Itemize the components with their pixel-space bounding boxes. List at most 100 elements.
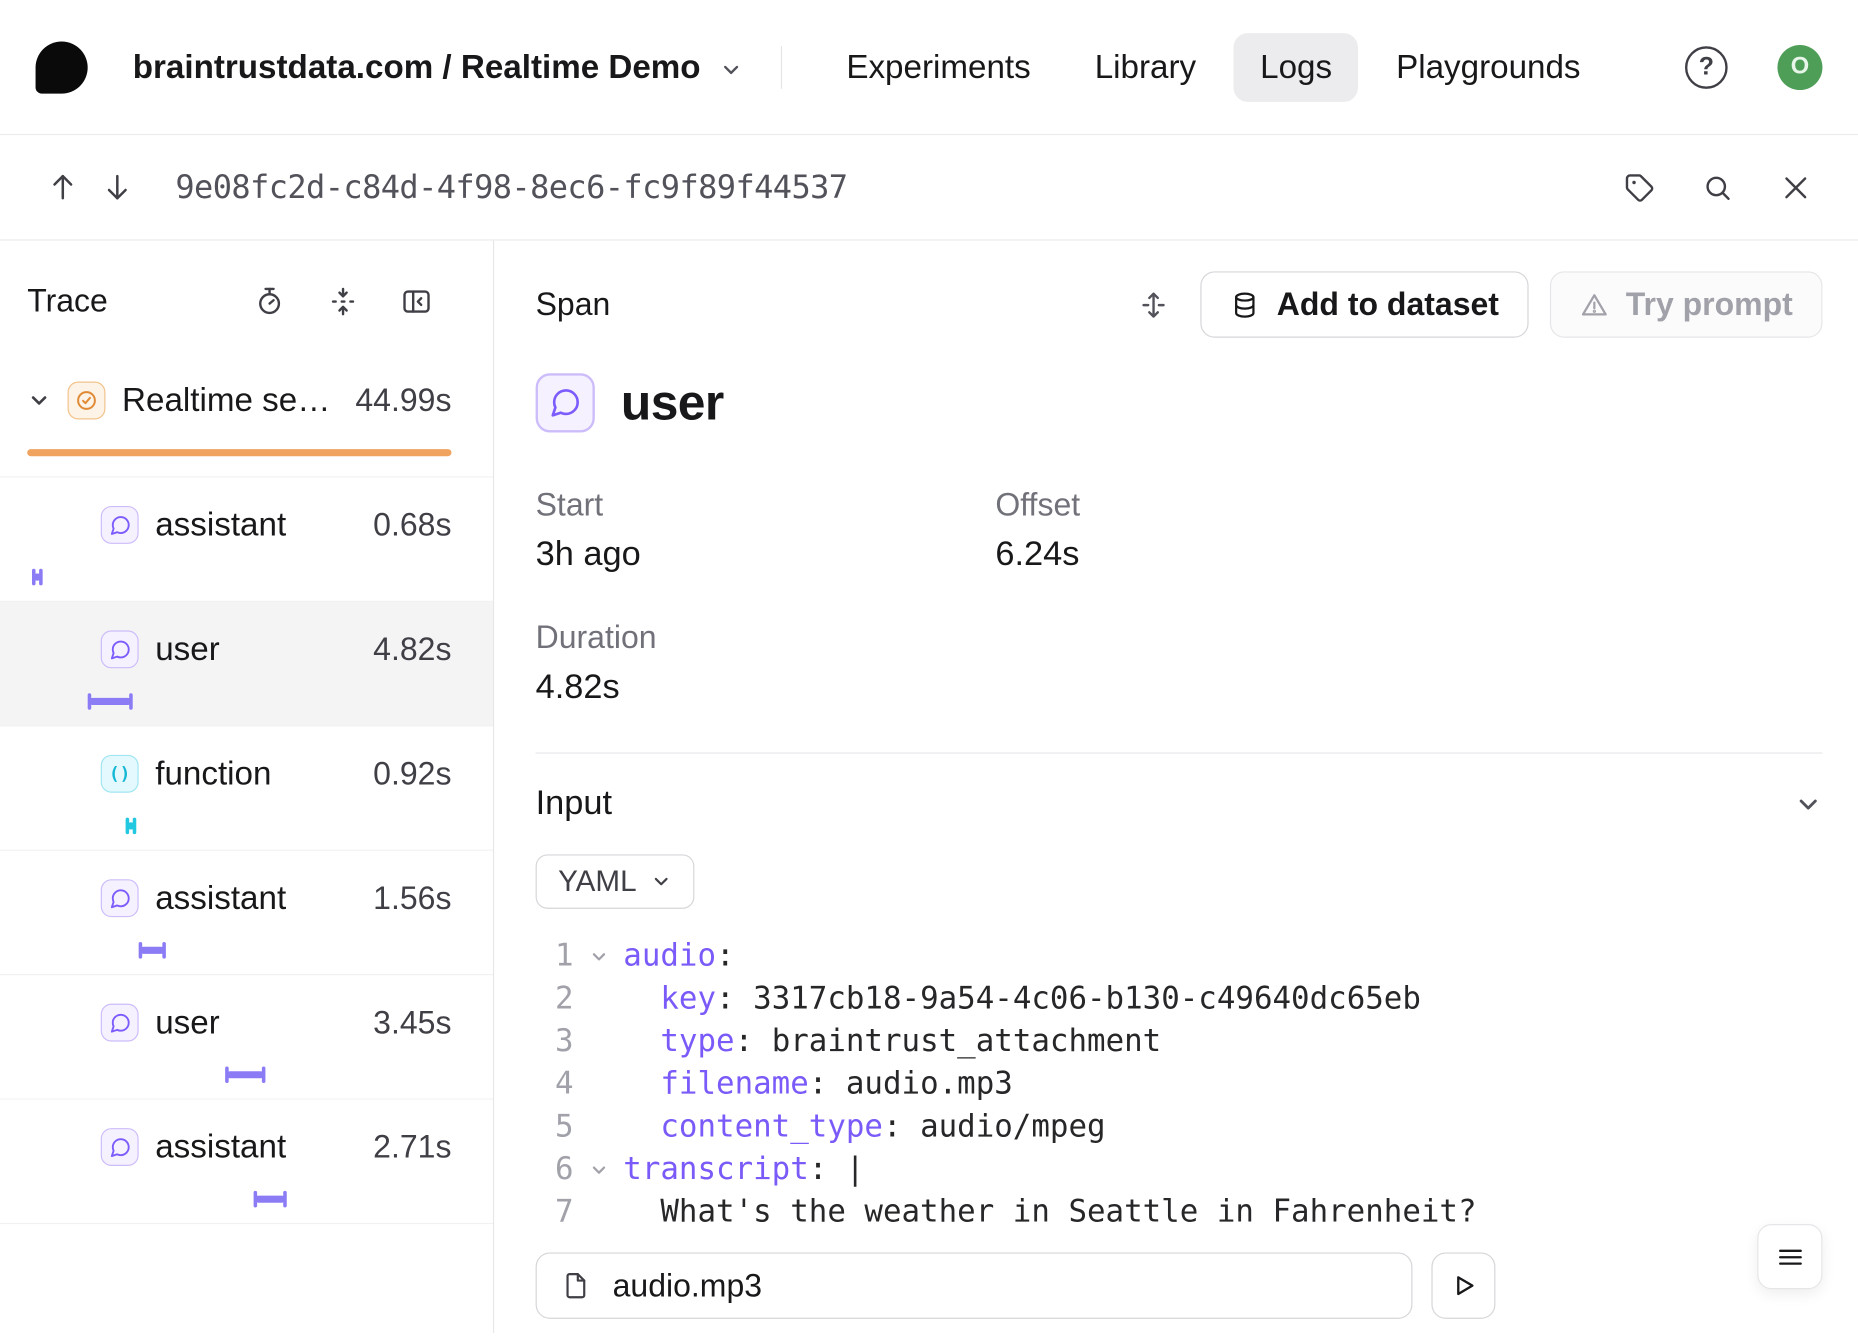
code-text: audio: bbox=[623, 935, 734, 978]
duration-bar-track bbox=[27, 563, 451, 594]
add-to-dataset-label: Add to dataset bbox=[1277, 286, 1499, 323]
attachment-row: audio.mp3 bbox=[536, 1252, 1823, 1318]
trace-row-assistant[interactable]: assistant1.56s bbox=[0, 851, 493, 975]
help-button[interactable]: ? bbox=[1685, 46, 1728, 89]
code-text: content_type: audio/mpeg bbox=[623, 1106, 1105, 1149]
duration-bar-track bbox=[27, 936, 451, 967]
code-text: What's the weather in Seattle in Fahrenh… bbox=[623, 1191, 1476, 1234]
duration-bar bbox=[227, 1071, 265, 1078]
try-prompt-button[interactable]: Try prompt bbox=[1550, 271, 1823, 337]
trace-row-duration: 0.92s bbox=[373, 755, 451, 792]
fold-chevron-icon[interactable] bbox=[574, 946, 624, 966]
trace-row-user[interactable]: user4.82s bbox=[0, 602, 493, 726]
main-split: Trace Realtime ses... 44.99s assistant 0.68… bbox=[0, 241, 1858, 1334]
expand-panel-icon[interactable] bbox=[1129, 279, 1180, 330]
duration-bar-track bbox=[27, 687, 451, 718]
code-text: transcript: | bbox=[623, 1148, 864, 1191]
top-nav: braintrustdata.com / Realtime Demo Exper… bbox=[0, 0, 1858, 135]
nav-item-experiments[interactable]: Experiments bbox=[820, 33, 1057, 102]
line-number: 5 bbox=[536, 1106, 574, 1149]
nav-item-playgrounds[interactable]: Playgrounds bbox=[1370, 33, 1607, 102]
next-trace-button[interactable] bbox=[90, 160, 145, 215]
brand-logo-icon[interactable] bbox=[36, 41, 88, 93]
nav-right: ? O bbox=[1685, 44, 1822, 89]
audio-attachment[interactable]: audio.mp3 bbox=[536, 1252, 1413, 1318]
function-icon: () bbox=[101, 755, 139, 793]
span-name: user bbox=[621, 374, 724, 431]
trace-row-label: assistant bbox=[155, 879, 286, 917]
chat-bubble-icon bbox=[101, 879, 139, 917]
trace-row-function[interactable]: () function 0.92s bbox=[0, 726, 493, 850]
trace-row-label: Realtime ses... bbox=[122, 382, 339, 420]
trace-row-label: assistant bbox=[155, 506, 286, 544]
duration-bar bbox=[89, 698, 131, 705]
format-select-value: YAML bbox=[558, 864, 636, 898]
side-panel-icon[interactable] bbox=[398, 284, 434, 320]
code-line: 6transcript: | bbox=[536, 1148, 1823, 1191]
input-section-header[interactable]: Input bbox=[536, 784, 1823, 823]
code-text: type: braintrust_attachment bbox=[623, 1020, 1161, 1063]
duration-bar-track bbox=[27, 438, 451, 469]
play-button[interactable] bbox=[1431, 1252, 1495, 1318]
trace-bar: 9e08fc2d-c84d-4f98-8ec6-fc9f89f44537 bbox=[0, 135, 1858, 240]
line-number: 7 bbox=[536, 1191, 574, 1234]
main-nav: ExperimentsLibraryLogsPlaygrounds bbox=[820, 33, 1606, 102]
duration-bar bbox=[127, 822, 135, 829]
nav-item-library[interactable]: Library bbox=[1069, 33, 1223, 102]
trace-row-duration: 2.71s bbox=[373, 1129, 451, 1166]
trace-row-assistant[interactable]: assistant 0.68s bbox=[0, 478, 493, 602]
chevron-down-icon bbox=[720, 57, 744, 81]
trace-row-label: user bbox=[155, 630, 220, 668]
fold-chevron-icon[interactable] bbox=[574, 1159, 624, 1179]
code-block: 1audio:2 key: 3317cb18-9a54-4c06-b130-c4… bbox=[536, 935, 1823, 1234]
field-start: Start 3h ago bbox=[536, 487, 996, 575]
trace-row-label: function bbox=[155, 755, 271, 793]
project-switcher[interactable]: braintrustdata.com / Realtime Demo bbox=[133, 48, 744, 86]
timer-icon[interactable] bbox=[251, 284, 287, 320]
tag-button[interactable] bbox=[1612, 160, 1667, 215]
chat-bubble-icon bbox=[101, 630, 139, 668]
trace-row-user[interactable]: user 3.45s bbox=[0, 975, 493, 1099]
line-number: 4 bbox=[536, 1063, 574, 1106]
chat-bubble-icon bbox=[536, 373, 595, 432]
duration-bar-track bbox=[27, 1061, 451, 1092]
trace-row-duration: 0.68s bbox=[373, 507, 451, 544]
line-number: 2 bbox=[536, 978, 574, 1021]
span-header-title: Span bbox=[536, 286, 611, 323]
nav-item-logs[interactable]: Logs bbox=[1234, 33, 1358, 102]
chevron-down-icon[interactable] bbox=[1794, 790, 1822, 818]
duration-bar bbox=[140, 947, 165, 954]
app: braintrustdata.com / Realtime Demo Exper… bbox=[0, 0, 1858, 1335]
trace-row-duration: 44.99s bbox=[355, 382, 451, 419]
code-line: 5 content_type: audio/mpeg bbox=[536, 1106, 1823, 1149]
format-select[interactable]: YAML bbox=[536, 854, 695, 909]
close-icon[interactable] bbox=[1768, 160, 1823, 215]
trace-row-duration: 3.45s bbox=[373, 1004, 451, 1041]
code-text: filename: audio.mp3 bbox=[623, 1063, 1013, 1106]
try-prompt-label: Try prompt bbox=[1626, 286, 1793, 323]
chat-bubble-icon bbox=[101, 1128, 139, 1166]
add-to-dataset-button[interactable]: Add to dataset bbox=[1201, 271, 1529, 337]
trace-row-assistant[interactable]: assistant 2.71s bbox=[0, 1100, 493, 1224]
span-detail-panel: Span Add to dataset Try prompt bbox=[494, 241, 1858, 1334]
chevron-down-icon[interactable] bbox=[27, 389, 51, 413]
database-icon bbox=[1231, 290, 1261, 320]
layout-menu-button[interactable] bbox=[1757, 1224, 1822, 1289]
file-icon bbox=[560, 1270, 591, 1301]
trace-row-realtimeses[interactable]: Realtime ses... 44.99s bbox=[0, 353, 493, 477]
trace-row-label: user bbox=[155, 1004, 220, 1042]
field-offset: Offset 6.24s bbox=[995, 487, 1602, 575]
attachment-filename: audio.mp3 bbox=[613, 1267, 762, 1304]
chat-bubble-icon bbox=[101, 506, 139, 544]
warning-triangle-icon bbox=[1580, 290, 1610, 320]
prev-trace-button[interactable] bbox=[36, 160, 91, 215]
search-icon[interactable] bbox=[1690, 160, 1745, 215]
collapse-all-icon[interactable] bbox=[325, 284, 361, 320]
trace-row-label: assistant bbox=[155, 1128, 286, 1166]
avatar[interactable]: O bbox=[1777, 44, 1822, 89]
trace-panel-title: Trace bbox=[27, 283, 108, 320]
duration-bar bbox=[27, 449, 451, 456]
duration-bar-track bbox=[27, 812, 451, 843]
span-header: Span Add to dataset Try prompt bbox=[536, 271, 1823, 337]
line-number: 3 bbox=[536, 1020, 574, 1063]
